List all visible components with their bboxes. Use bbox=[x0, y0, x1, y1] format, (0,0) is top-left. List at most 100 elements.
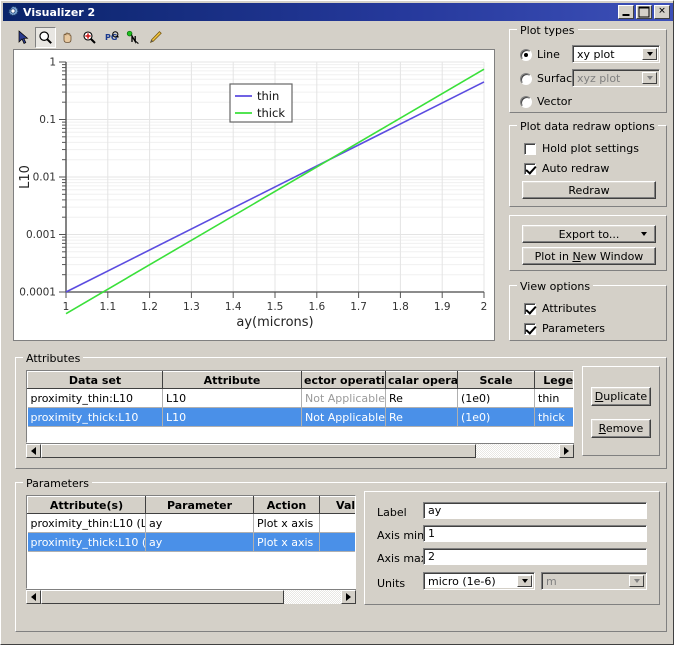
units-prefix-combo[interactable]: micro (1e-6) bbox=[423, 572, 535, 590]
remove-button[interactable]: Remove bbox=[591, 419, 651, 438]
attributes-header-row: Data set Attribute ector operatio calar ope… bbox=[27, 371, 573, 389]
zoom-in-tool[interactable] bbox=[79, 26, 100, 48]
scroll-thumb[interactable] bbox=[41, 444, 477, 458]
table-cell[interactable]: Plot x axis bbox=[253, 513, 320, 533]
scroll-track[interactable] bbox=[41, 590, 341, 604]
point-marker-tool[interactable] bbox=[123, 26, 144, 48]
redraw-button[interactable]: Redraw bbox=[522, 181, 656, 199]
table-cell[interactable]: proximity_thick:L10 bbox=[27, 407, 163, 427]
table-row[interactable]: proximity_thick:L10 (L10)ayPlot x axis bbox=[27, 532, 355, 552]
scroll-thumb[interactable] bbox=[41, 590, 284, 604]
export-to-button[interactable]: Export to... bbox=[522, 225, 656, 243]
table-cell[interactable]: (1e0) bbox=[457, 407, 535, 427]
legend-label: thin bbox=[257, 89, 279, 103]
chevron-down-icon[interactable] bbox=[642, 48, 657, 60]
table-cell[interactable]: Re bbox=[385, 407, 458, 427]
table-cell[interactable]: ay bbox=[145, 532, 254, 552]
checkbox-hold-plot-settings[interactable]: Hold plot settings bbox=[524, 142, 639, 155]
x-tick-label: 1 bbox=[63, 301, 70, 313]
parameters-table-wrap[interactable]: Attribute(s)ParameterActionValu proximit… bbox=[26, 495, 356, 589]
toolbar: PG bbox=[13, 26, 167, 48]
minimize-button[interactable] bbox=[618, 5, 634, 19]
zoom-tool[interactable] bbox=[35, 26, 56, 48]
table-row-empty[interactable] bbox=[27, 426, 573, 442]
radio-vector-indicator bbox=[520, 95, 532, 108]
export-group: Export to... Plot in New Window bbox=[509, 215, 667, 271]
table-cell[interactable]: ay bbox=[145, 513, 254, 533]
table-row[interactable]: proximity_thin:L10 L10 Not Applicable Re (1e… bbox=[27, 388, 573, 408]
attributes-hscrollbar[interactable] bbox=[26, 443, 574, 458]
plot-in-new-window-label: Plot in New Window bbox=[534, 249, 644, 263]
column-header[interactable]: Legend bbox=[534, 371, 573, 389]
scroll-left-button[interactable] bbox=[26, 444, 41, 458]
checkbox-auto-redraw[interactable]: Auto redraw bbox=[524, 162, 609, 175]
table-cell[interactable] bbox=[319, 532, 355, 552]
column-header[interactable]: Action bbox=[253, 496, 320, 514]
table-cell[interactable]: (1e0) bbox=[457, 388, 535, 408]
table-cell[interactable]: proximity_thick:L10 (L10) bbox=[27, 532, 146, 552]
x-tick-label: 1.6 bbox=[308, 301, 325, 313]
view-options-title: View options bbox=[517, 280, 594, 293]
table-row-empty[interactable] bbox=[27, 551, 355, 571]
table-row[interactable]: proximity_thick:L10 L10 Not Applicable Re (1… bbox=[27, 407, 573, 427]
parameters-header-row: Attribute(s)ParameterActionValu bbox=[27, 496, 355, 514]
chevron-down-icon[interactable] bbox=[517, 575, 532, 587]
attributes-table-wrap[interactable]: Data set Attribute ector operatio calar ope… bbox=[26, 370, 574, 443]
line-plot-type-combo[interactable]: xy plot bbox=[572, 45, 660, 63]
table-row[interactable]: proximity_thin:L10 (L10)ayPlot x axis bbox=[27, 513, 355, 533]
parameters-hscrollbar[interactable] bbox=[26, 589, 356, 604]
column-header[interactable]: Valu bbox=[319, 496, 355, 514]
svg-text:PG: PG bbox=[105, 33, 117, 42]
table-cell[interactable]: L10 bbox=[162, 407, 302, 427]
checkbox-view-attributes[interactable]: Attributes bbox=[524, 302, 596, 315]
radio-line[interactable]: Line bbox=[520, 48, 560, 61]
table-cell[interactable]: thick bbox=[534, 407, 573, 427]
table-cell[interactable]: Re bbox=[385, 388, 458, 408]
close-button[interactable] bbox=[654, 5, 670, 19]
scroll-track[interactable] bbox=[41, 444, 559, 458]
table-cell[interactable]: Not Applicable bbox=[301, 407, 386, 427]
maximize-button[interactable] bbox=[636, 5, 652, 19]
title-bar: Visualizer 2 bbox=[3, 3, 673, 21]
attributes-table: Data set Attribute ector operatio calar ope… bbox=[27, 371, 573, 442]
table-cell[interactable]: proximity_thin:L10 (L10) bbox=[27, 513, 146, 533]
scroll-left-button[interactable] bbox=[26, 590, 41, 604]
column-header[interactable]: Data set bbox=[27, 371, 163, 389]
x-tick-label: 1.7 bbox=[350, 301, 367, 313]
table-cell[interactable]: proximity_thin:L10 bbox=[27, 388, 163, 408]
pencil-annotate-tool[interactable] bbox=[145, 26, 166, 48]
units-prefix-value: micro (1e-6) bbox=[428, 574, 496, 588]
radio-vector[interactable]: Vector bbox=[520, 95, 572, 108]
table-cell-empty bbox=[27, 551, 146, 571]
y-tick-label: 1 bbox=[49, 57, 56, 69]
table-cell[interactable]: Not Applicable bbox=[301, 388, 386, 408]
scroll-right-button[interactable] bbox=[341, 590, 356, 604]
column-header[interactable]: ector operatio bbox=[301, 371, 386, 389]
pointer-select-tool[interactable] bbox=[13, 26, 34, 48]
redraw-options-group: Plot data redraw options Hold plot setti… bbox=[509, 120, 667, 207]
label-field[interactable]: ay bbox=[423, 502, 647, 519]
table-cell-empty bbox=[145, 551, 254, 571]
duplicate-button[interactable]: Duplicate bbox=[591, 387, 651, 406]
scroll-right-button[interactable] bbox=[559, 444, 574, 458]
column-header[interactable]: Attribute(s) bbox=[27, 496, 146, 514]
column-header[interactable]: Attribute bbox=[162, 371, 302, 389]
table-cell[interactable]: Plot x axis bbox=[253, 532, 320, 552]
axis-max-field[interactable]: 2 bbox=[423, 548, 647, 565]
checkbox-view-parameters[interactable]: Parameters bbox=[524, 322, 605, 335]
chevron-down-icon[interactable] bbox=[641, 232, 647, 236]
axis-min-field[interactable]: 1 bbox=[423, 525, 647, 542]
radio-surface[interactable]: Surface bbox=[520, 72, 579, 85]
table-row-empty[interactable] bbox=[27, 570, 355, 588]
table-cell[interactable] bbox=[319, 513, 355, 533]
table-cell[interactable]: L10 bbox=[162, 388, 302, 408]
plot-in-new-window-button[interactable]: Plot in New Window bbox=[522, 247, 656, 265]
auto-redraw-box bbox=[524, 162, 536, 175]
column-header[interactable]: Scale bbox=[457, 371, 535, 389]
plot-canvas[interactable]: 1 0.1 0.01 0.001 0.0001 1 1.1 1.2 1.3 1.4 1.5 1.6 1.… bbox=[13, 49, 495, 341]
column-header[interactable]: calar operatio bbox=[385, 371, 458, 389]
pan-hand-tool[interactable] bbox=[57, 26, 78, 48]
column-header[interactable]: Parameter bbox=[145, 496, 254, 514]
pg-snapshot-tool[interactable]: PG bbox=[101, 26, 122, 48]
table-cell[interactable]: thin bbox=[534, 388, 573, 408]
